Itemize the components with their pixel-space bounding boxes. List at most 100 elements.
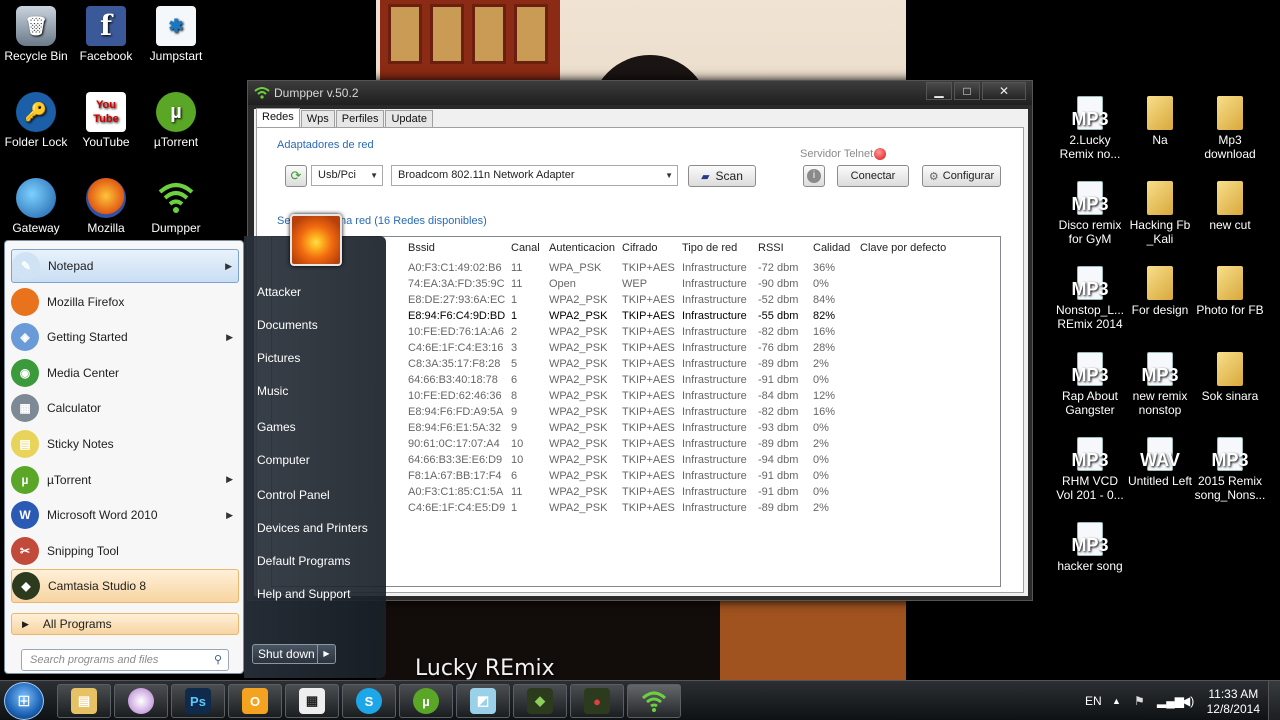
window-titlebar[interactable]: Dumpper v.50.2 ▁ □ ✕ bbox=[248, 81, 1032, 105]
scan-button[interactable]: ▰ Scan bbox=[688, 165, 756, 187]
column-header[interactable]: RSSI bbox=[758, 242, 784, 254]
desktop-folder-icon[interactable]: Hacking Fb _Kali bbox=[1124, 181, 1196, 246]
all-programs-button[interactable]: ▶ All Programs bbox=[11, 613, 239, 635]
tab-perfiles[interactable]: Perfiles bbox=[335, 110, 385, 128]
start-place-item[interactable]: Default Programs bbox=[257, 554, 350, 568]
taskbar-skype[interactable]: S bbox=[342, 684, 396, 718]
column-header[interactable]: Calidad bbox=[813, 242, 850, 254]
desktop-file-icon[interactable]: MP3 2015 Remix song_Nons... bbox=[1194, 437, 1266, 502]
network-icon[interactable]: ▂▄▆ bbox=[1157, 681, 1184, 720]
start-search-input[interactable]: Search programs and files ⚲ bbox=[21, 649, 229, 671]
desktop-folder-icon[interactable]: Mp3 download bbox=[1194, 96, 1266, 161]
start-place-item[interactable]: Music bbox=[257, 384, 288, 398]
configure-button[interactable]: ⚙ Configurar bbox=[922, 165, 1001, 187]
submenu-arrow-icon[interactable]: ▶ bbox=[226, 510, 233, 521]
submenu-arrow-icon[interactable]: ▶ bbox=[225, 261, 232, 272]
desktop-file-icon[interactable]: MP3 RHM VCD Vol 201 - 0... bbox=[1054, 437, 1126, 502]
start-place-item[interactable]: Pictures bbox=[257, 351, 300, 365]
shutdown-options-icon[interactable]: ▶ bbox=[317, 645, 335, 663]
show-hidden-icons[interactable]: ▲ bbox=[1112, 681, 1121, 720]
adapter-type-select[interactable]: Usb/Pci ▼ bbox=[311, 165, 383, 186]
column-header[interactable]: Cifrado bbox=[622, 242, 657, 254]
start-program-item[interactable]: ✂ Snipping Tool bbox=[11, 534, 239, 568]
desktop-folder-icon[interactable]: For design bbox=[1124, 266, 1196, 317]
column-header[interactable]: Autenticacion bbox=[549, 242, 615, 254]
desktop-icon-folder-lock[interactable]: 🔑 Folder Lock bbox=[0, 92, 72, 149]
start-program-item[interactable]: W Microsoft Word 2010 ▶ bbox=[11, 498, 239, 532]
desktop-file-icon[interactable]: MP3 Nonstop_L... REmix 2014 bbox=[1054, 266, 1126, 331]
start-place-item[interactable]: Computer bbox=[257, 453, 310, 467]
start-place-item[interactable]: Devices and Printers bbox=[257, 521, 368, 535]
column-header[interactable]: Clave por defecto bbox=[860, 242, 946, 254]
start-place-item[interactable]: Games bbox=[257, 420, 296, 434]
user-avatar[interactable] bbox=[290, 214, 342, 266]
desktop-icon-dumpper[interactable]: Dumpper bbox=[140, 178, 212, 235]
start-program-item[interactable]: ▤ Sticky Notes bbox=[11, 427, 239, 461]
desktop-file-icon[interactable]: MP3 new remix nonstop bbox=[1124, 352, 1196, 417]
flag-icon[interactable]: ⚑ bbox=[1134, 681, 1145, 720]
desktop-folder-icon[interactable]: Photo for FB bbox=[1194, 266, 1266, 317]
taskbar-dumpper[interactable] bbox=[627, 684, 681, 718]
start-program-item[interactable]: Mozilla Firefox bbox=[11, 285, 239, 319]
desktop-file-icon[interactable]: MP3 2.Lucky Remix no... bbox=[1054, 96, 1126, 161]
table-cell: Infrastructure bbox=[682, 310, 747, 322]
desktop-icon-jumpstart[interactable]: ✱ Jumpstart bbox=[140, 6, 212, 63]
taskbar-camtasia[interactable]: ◆ bbox=[513, 684, 567, 718]
connect-button[interactable]: Conectar bbox=[837, 165, 909, 187]
tab-redes[interactable]: Redes bbox=[256, 108, 300, 128]
desktop-folder-icon[interactable]: new cut bbox=[1194, 181, 1266, 232]
start-program-item[interactable]: ◆ Camtasia Studio 8 bbox=[11, 569, 239, 604]
table-cell: 82% bbox=[813, 310, 836, 322]
volume-icon[interactable]: ◀) bbox=[1181, 681, 1194, 720]
program-label: Media Center bbox=[47, 365, 120, 380]
minimize-button[interactable]: ▁ bbox=[926, 82, 952, 100]
refresh-button[interactable]: ⟳ bbox=[285, 165, 307, 187]
desktop-file-icon[interactable]: MP3 Rap About Gangster bbox=[1054, 352, 1126, 417]
info-button[interactable]: i bbox=[803, 165, 825, 187]
submenu-arrow-icon[interactable]: ▶ bbox=[226, 332, 233, 343]
taskbar-notes[interactable]: ◩ bbox=[456, 684, 510, 718]
shutdown-button[interactable]: Shut down ▶ bbox=[252, 644, 336, 664]
taskbar-camtasia-recorder[interactable]: ● bbox=[570, 684, 624, 718]
maximize-button[interactable]: □ bbox=[954, 82, 980, 100]
taskbar-video[interactable]: ▦ bbox=[285, 684, 339, 718]
taskbar-utorrent[interactable]: µ bbox=[399, 684, 453, 718]
taskbar-outlook[interactable]: O bbox=[228, 684, 282, 718]
desktop-file-icon[interactable]: WAV Untitled Left bbox=[1124, 437, 1196, 488]
taskbar-app[interactable] bbox=[114, 684, 168, 718]
start-program-item[interactable]: ▦ Calculator bbox=[11, 391, 239, 425]
taskbar-explorer[interactable]: ▤ bbox=[57, 684, 111, 718]
close-button[interactable]: ✕ bbox=[982, 82, 1026, 100]
start-place-item[interactable]: Help and Support bbox=[257, 587, 350, 601]
taskbar-photoshop[interactable]: Ps bbox=[171, 684, 225, 718]
language-indicator[interactable]: EN bbox=[1085, 681, 1102, 720]
desktop-folder-icon[interactable]: Sok sinara bbox=[1194, 352, 1266, 403]
column-header[interactable]: Bssid bbox=[408, 242, 435, 254]
desktop-icon-facebook[interactable]: f Facebook bbox=[70, 6, 142, 63]
start-button[interactable]: ⊞ bbox=[4, 682, 44, 720]
desktop-folder-icon[interactable]: Na bbox=[1124, 96, 1196, 147]
tab-wps[interactable]: Wps bbox=[300, 110, 335, 128]
desktop-icon-youtube[interactable]: You Tube YouTube bbox=[70, 92, 142, 149]
start-place-item[interactable]: Control Panel bbox=[257, 488, 330, 502]
desktop-file-icon[interactable]: MP3 Disco remix for GyM bbox=[1054, 181, 1126, 246]
column-header[interactable]: Tipo de red bbox=[682, 242, 737, 254]
start-program-item[interactable]: ✎ Notepad ▶ bbox=[11, 249, 239, 283]
start-place-item[interactable]: Attacker bbox=[257, 285, 301, 299]
start-program-item[interactable]: ◈ Getting Started ▶ bbox=[11, 320, 239, 354]
clock[interactable]: 11:33 AM 12/8/2014 bbox=[1207, 687, 1260, 717]
desktop-file-icon[interactable]: MP3 hacker song bbox=[1054, 522, 1126, 573]
tab-update[interactable]: Update bbox=[385, 110, 433, 128]
start-program-item[interactable]: µ µTorrent ▶ bbox=[11, 463, 239, 497]
desktop-icon-recycle-bin[interactable]: 🗑 Recycle Bin bbox=[0, 6, 72, 63]
submenu-arrow-icon[interactable]: ▶ bbox=[226, 474, 233, 485]
desktop-icon-gateway[interactable]: Gateway bbox=[0, 178, 72, 235]
adapter-name-select[interactable]: Broadcom 802.11n Network Adapter ▼ bbox=[391, 165, 678, 186]
table-cell: 0% bbox=[813, 278, 829, 290]
show-desktop-button[interactable] bbox=[1268, 681, 1280, 720]
start-program-item[interactable]: ◉ Media Center bbox=[11, 356, 239, 390]
column-header[interactable]: Canal bbox=[511, 242, 540, 254]
desktop-icon-mozilla[interactable]: Mozilla bbox=[70, 178, 142, 235]
desktop-icon-utorrent[interactable]: µ µTorrent bbox=[140, 92, 212, 149]
start-place-item[interactable]: Documents bbox=[257, 318, 318, 332]
